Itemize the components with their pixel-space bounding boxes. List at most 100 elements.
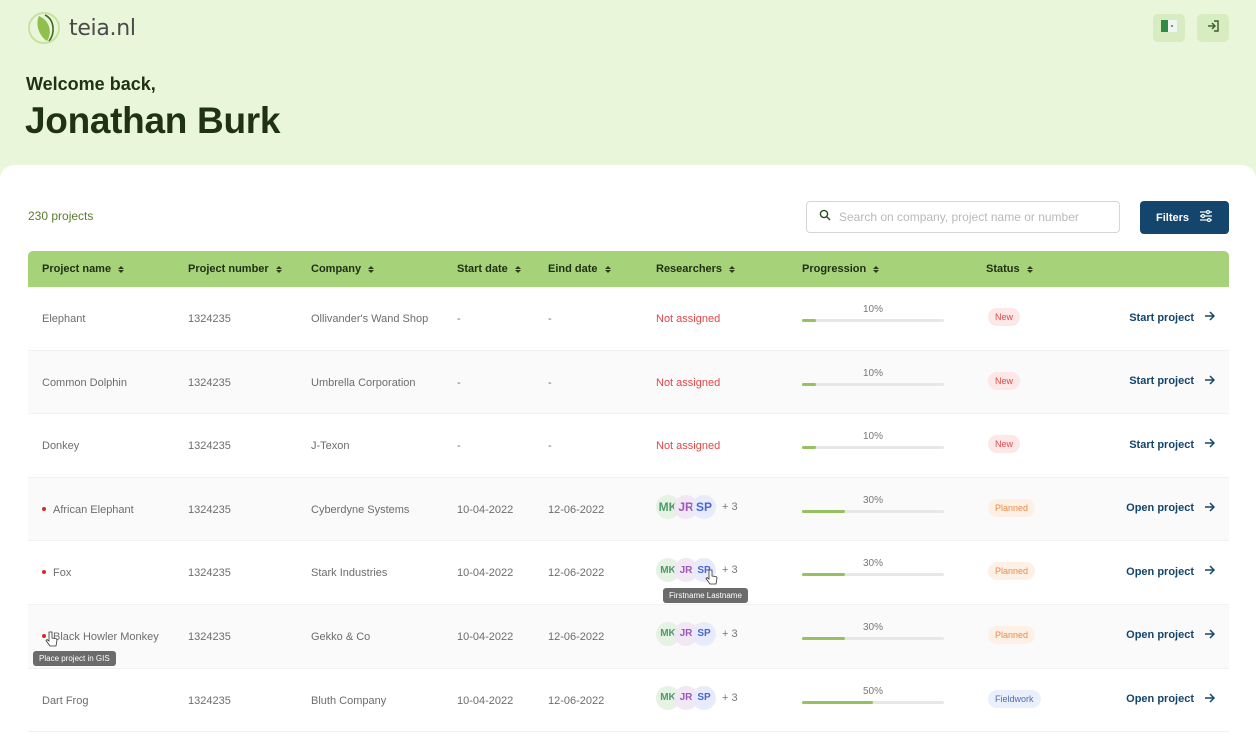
table-body: Elephant 1324235 Ollivander's Wand Shop - - N… bbox=[28, 287, 1229, 733]
more-researchers[interactable]: + 3 bbox=[722, 564, 738, 576]
progress-label: 50% bbox=[862, 685, 883, 697]
language-flag-icon bbox=[1161, 19, 1177, 37]
more-researchers[interactable]: + 3 bbox=[722, 501, 738, 513]
sort-icon[interactable] bbox=[275, 265, 282, 273]
progress-fill bbox=[802, 446, 817, 450]
project-action-link[interactable]: Open project bbox=[1126, 565, 1216, 578]
gis-marker-icon[interactable] bbox=[42, 570, 46, 575]
column-header-3[interactable]: Start date bbox=[457, 263, 521, 275]
progress: 10% bbox=[802, 304, 944, 322]
table-row[interactable]: Elephant 1324235 Ollivander's Wand Shop - - N… bbox=[28, 287, 1229, 351]
gis-marker-icon[interactable] bbox=[42, 506, 46, 511]
company: Umbrella Corporation bbox=[311, 376, 416, 389]
progress-track bbox=[802, 573, 944, 577]
project-name: Donkey bbox=[42, 440, 79, 452]
pointer-cursor-icon bbox=[45, 631, 59, 647]
progress: 30% bbox=[802, 558, 944, 577]
column-header-2[interactable]: Company bbox=[311, 263, 375, 275]
start-date: - bbox=[457, 376, 461, 389]
researcher-avatar[interactable]: SP bbox=[692, 685, 716, 710]
sort-icon[interactable] bbox=[604, 265, 611, 273]
table-row[interactable]: Dart Frog 1324235 Bluth Company 10-04-2022 1… bbox=[28, 669, 1229, 733]
table-row[interactable]: Common Dolphin 1324235 Umbrella Corporatio… bbox=[28, 350, 1229, 415]
project-name-text: Elephant bbox=[42, 313, 86, 325]
logo[interactable]: teia.nl bbox=[27, 12, 136, 44]
table-row[interactable]: Black Howler Monkey 1324235 Gekko & Co 10-0… bbox=[28, 604, 1229, 669]
project-name-text: African Elephant bbox=[53, 503, 134, 516]
language-button[interactable] bbox=[1153, 14, 1185, 42]
progress-label: 30% bbox=[862, 558, 883, 570]
column-header-5[interactable]: Researchers bbox=[656, 263, 736, 275]
progress: 10% bbox=[802, 368, 944, 386]
researcher-avatar[interactable]: SP bbox=[692, 621, 716, 646]
end-date: - bbox=[548, 313, 552, 325]
project-number: 1324235 bbox=[188, 567, 231, 580]
top-bar: teia.nl bbox=[0, 0, 1256, 60]
table-row[interactable]: African Elephant 1324235 Cyberdyne Systems… bbox=[28, 477, 1229, 542]
logout-icon bbox=[1206, 19, 1220, 38]
top-actions bbox=[1153, 14, 1229, 42]
project-number: 1324235 bbox=[188, 376, 231, 389]
column-header-1[interactable]: Project number bbox=[188, 263, 282, 275]
search-box[interactable] bbox=[806, 201, 1120, 233]
start-date: 10-04-2022 bbox=[457, 567, 514, 580]
more-researchers[interactable]: + 3 bbox=[722, 628, 738, 640]
welcome-text: Welcome back, bbox=[26, 74, 156, 94]
column-label: Project number bbox=[188, 263, 269, 275]
project-action-link[interactable]: Start project bbox=[1129, 311, 1216, 324]
progress-label: 10% bbox=[862, 431, 883, 443]
column-label: Start date bbox=[457, 263, 508, 275]
progress: 50% bbox=[802, 686, 944, 704]
researcher-avatars: MK JR SP + 3 bbox=[656, 494, 738, 519]
sort-icon[interactable] bbox=[1026, 265, 1033, 273]
project-action-link[interactable]: Open project bbox=[1126, 693, 1216, 706]
sort-icon[interactable] bbox=[514, 265, 521, 273]
table-row[interactable]: Fox 1324235 Stark Industries 10-04-2022 12-0… bbox=[28, 541, 1229, 605]
project-action-link[interactable]: Start project bbox=[1129, 375, 1216, 388]
filters-label: Filters bbox=[1155, 211, 1189, 224]
project-name: Black Howler Monkey bbox=[42, 631, 159, 643]
column-header-7[interactable]: Status bbox=[986, 263, 1033, 275]
project-number: 1324235 bbox=[188, 630, 231, 643]
column-label: Company bbox=[311, 263, 362, 275]
researchers-unassigned: Not assigned bbox=[656, 440, 721, 453]
column-label: Project name bbox=[42, 263, 112, 275]
project-number: 1324235 bbox=[188, 694, 231, 707]
filters-button[interactable]: Filters bbox=[1140, 201, 1229, 234]
logout-button[interactable] bbox=[1197, 14, 1229, 42]
project-action-link[interactable]: Start project bbox=[1129, 438, 1216, 451]
arrow-right-icon bbox=[1204, 375, 1216, 388]
column-label: Progression bbox=[802, 263, 867, 275]
arrow-right-icon bbox=[1204, 693, 1216, 706]
project-name: Dart Frog bbox=[42, 695, 88, 707]
column-header-4[interactable]: Eind date bbox=[548, 263, 611, 275]
status-badge: New bbox=[988, 308, 1021, 326]
column-header-6[interactable]: Progression bbox=[802, 263, 880, 275]
researcher-avatars: MK JR SP + 3 bbox=[656, 558, 738, 583]
sort-icon[interactable] bbox=[873, 265, 880, 273]
sort-icon[interactable] bbox=[368, 265, 375, 273]
progress-fill bbox=[802, 573, 845, 577]
table-header: Project name Project number Company Start d… bbox=[28, 251, 1229, 287]
progress-track bbox=[802, 382, 944, 386]
progress-track bbox=[802, 700, 944, 704]
end-date: 12-06-2022 bbox=[548, 630, 605, 643]
column-header-0[interactable]: Project name bbox=[42, 263, 125, 275]
progress-label: 10% bbox=[862, 367, 883, 379]
search-input[interactable] bbox=[839, 210, 1109, 224]
more-researchers[interactable]: + 3 bbox=[722, 692, 738, 704]
logo-text: teia.nl bbox=[69, 15, 136, 41]
sort-icon[interactable] bbox=[729, 265, 736, 273]
start-date: - bbox=[457, 313, 461, 325]
sort-icon[interactable] bbox=[118, 265, 125, 273]
table-row[interactable]: Donkey 1324235 J-Texon - - Not assigned 10% New… bbox=[28, 414, 1229, 478]
column-label: Researchers bbox=[656, 263, 723, 275]
logo-leaf-icon bbox=[27, 12, 65, 44]
status-badge: Planned bbox=[988, 625, 1036, 644]
researcher-avatar[interactable]: SP bbox=[692, 494, 716, 519]
project-action-link[interactable]: Open project bbox=[1126, 502, 1216, 515]
company: Stark Industries bbox=[311, 567, 388, 580]
progress-track bbox=[802, 319, 944, 322]
start-date: 10-04-2022 bbox=[457, 503, 514, 516]
project-action-link[interactable]: Open project bbox=[1126, 629, 1216, 642]
